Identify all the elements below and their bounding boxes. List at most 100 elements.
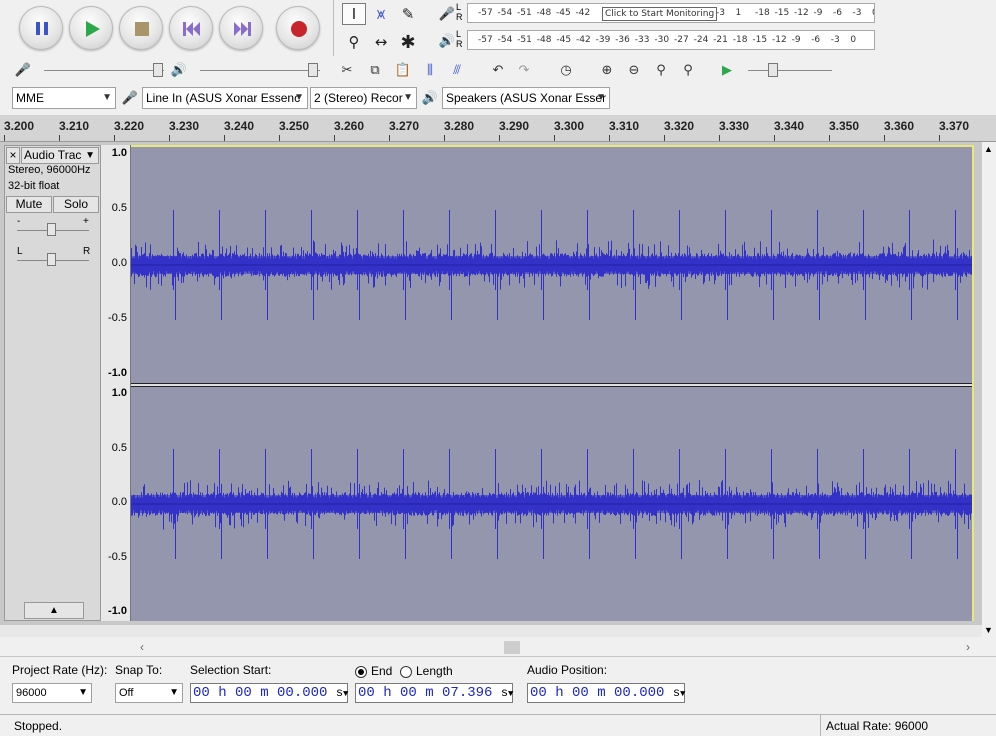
audio-position-field[interactable]: 00 h 00 m 00.000 s▼ [527,683,685,703]
undo-button[interactable]: ↶ [487,59,509,81]
horizontal-scrollbar[interactable]: ‹ › [0,640,982,656]
time-shift-tool[interactable]: ↔ [369,31,393,53]
selection-start-value: 00 h 00 m 00.000 [193,685,328,701]
meter-tick-label: -15 [774,8,790,18]
audio-position-value: 00 h 00 m 00.000 [530,685,665,701]
play-button[interactable] [69,6,113,50]
meter-tick-label: -42 [575,8,591,18]
record-meter-tooltip: Click to Start Monitoring [602,7,718,21]
playback-device-select[interactable]: Speakers (ASUS Xonar Esser ▼ [442,87,610,109]
snap-to-select[interactable]: Off ▼ [115,683,183,703]
recording-device-value: Line In (ASUS Xonar Essenc [146,91,301,105]
track-menu-button[interactable]: Audio Trac ▼ [21,147,99,164]
chevron-down-icon: ▼ [102,92,112,103]
right-channel [131,387,972,621]
playback-volume-slider[interactable] [200,70,320,71]
length-radio[interactable] [400,666,412,678]
track-close-button[interactable]: × [6,147,20,164]
meter-tick-label: -18 [732,35,748,45]
status-bar: Stopped. Actual Rate: 96000 [0,714,996,736]
selection-tool[interactable]: I [342,3,366,25]
meter-tick-label: -18 [755,8,770,18]
host-select[interactable]: MME ▼ [12,87,116,109]
play-speed-thumb[interactable] [768,63,778,77]
selection-end-field[interactable]: 00 h 00 m 07.396 s▼ [355,683,513,703]
double-arrow-icon: ↔ [374,33,388,51]
meter-tick-label: -27 [674,35,689,45]
chevron-down-icon: ▼ [85,150,95,161]
meter-tick-label: -54 [497,35,513,45]
project-rate-label: Project Rate (Hz): [12,663,108,677]
zoom-tool[interactable]: ⚲ [342,31,366,53]
ruler-tick-label: 3.370 [939,119,970,133]
redo-button[interactable]: ↷ [513,59,535,81]
stop-button[interactable] [119,6,163,50]
recording-volume-thumb[interactable] [153,63,163,77]
meter-tick-label: -39 [595,35,611,45]
pan-thumb[interactable] [47,253,56,266]
waveform-area[interactable] [131,145,974,621]
cut-button[interactable]: ✂ [336,59,358,81]
meter-tick-label: -21 [713,35,728,45]
recording-volume-slider[interactable] [44,70,164,71]
ruler-tick-label: 3.230 [169,119,200,133]
ruler-tick-mark [939,135,940,141]
selection-start-field[interactable]: 00 h 00 m 00.000 s▼ [190,683,348,703]
record-meter[interactable]: -57 -54 -51 -48 -45 -42 -3 1 -18 -15 -12 -9 -6 -3 0 Cl… [467,3,875,23]
ruler-tick-mark [719,135,720,141]
record-meter-channels: L R [456,2,463,22]
play-meter[interactable]: -57 -54 -51 -48 -45 -42 -39 -36 -33 -30 -27 -24 -21-… [467,30,875,50]
gain-thumb[interactable] [47,223,56,236]
selection-end-value: 00 h 00 m 07.396 [358,685,493,701]
mute-button[interactable]: Mute [6,196,52,213]
end-radio[interactable] [355,666,367,678]
trim-button[interactable]: ⫼ [419,59,441,81]
fit-selection-icon: ⚲ [656,62,666,78]
chevron-up-icon: ▲ [984,144,993,154]
snap-to-label: Snap To: [115,663,163,677]
play-icon [86,21,100,37]
pause-button[interactable] [19,6,63,50]
amplitude-label: 0.5 [111,441,127,454]
zoom-out-button[interactable]: ⊖ [623,59,645,81]
meter-tick-label: 1 [735,8,742,18]
fit-project-button[interactable]: ⚲ [677,59,699,81]
zoom-in-button[interactable]: ⊕ [596,59,618,81]
ruler-tick-mark [4,135,5,141]
play-speed-slider[interactable] [748,70,832,71]
ruler-tick-label: 3.240 [224,119,255,133]
sync-lock-button[interactable]: ◷ [555,59,577,81]
envelope-tool[interactable]: ⩙ [369,3,393,25]
fit-selection-button[interactable]: ⚲ [650,59,672,81]
gain-plus-label: + [83,216,89,227]
multi-tool[interactable]: ✱ [396,31,420,53]
ruler-tick-mark [554,135,555,141]
draw-tool[interactable]: ✎ [396,3,420,25]
paste-button[interactable]: 📋 [392,59,414,81]
ruler-tick-label: 3.200 [4,119,35,133]
recording-device-select[interactable]: Line In (ASUS Xonar Essenc ▼ [142,87,308,109]
solo-button[interactable]: Solo [53,196,99,213]
playback-volume-thumb[interactable] [308,63,318,77]
record-icon [291,21,307,37]
record-meter-button[interactable]: 🎤 [436,3,458,25]
vertical-scrollbar[interactable]: ▲ ▼ [982,142,996,637]
stop-icon [135,22,149,36]
end-label: End [371,664,393,678]
play-meter-button[interactable]: 🔊 [436,30,458,52]
collapse-track-button[interactable]: ▲ [24,602,84,619]
skip-to-start-button[interactable] [169,6,213,50]
recording-channels-select[interactable]: 2 (Stereo) Recor ▼ [310,87,417,109]
horizontal-scroll-thumb[interactable] [504,641,520,654]
play-at-speed-button[interactable]: ▶ [716,59,738,81]
ruler-tick-label: 3.210 [59,119,90,133]
timeline-ruler[interactable]: 3.200 3.210 3.220 3.230 3.240 3.250 3.260 3.270… [0,115,996,142]
amplitude-label: 0.0 [111,257,127,269]
project-rate-select[interactable]: 96000 ▼ [12,683,92,703]
close-icon: × [9,148,17,162]
skip-to-end-button[interactable] [219,6,263,50]
copy-button[interactable]: ⧉ [364,59,386,81]
silence-button[interactable]: ⫻ [446,59,468,81]
vertical-ruler[interactable]: 1.0 0.5 0.0 -0.5 -1.0 1.0 0.5 0.0 -0.5 -1.0 [101,145,131,621]
record-button[interactable] [276,6,320,50]
